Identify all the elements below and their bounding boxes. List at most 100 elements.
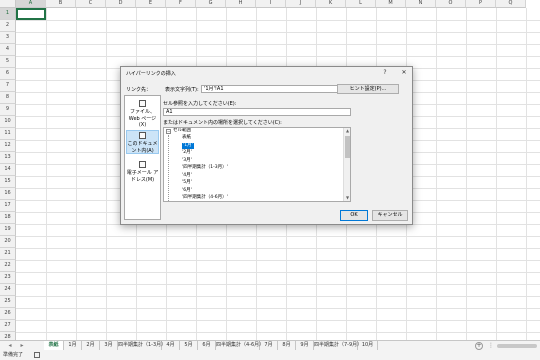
column-header[interactable]: H bbox=[226, 0, 256, 8]
tree-item-sheet[interactable]: '四半期集計（4-6月）' bbox=[182, 195, 228, 201]
row-header[interactable]: 1 bbox=[0, 8, 16, 20]
row-header[interactable]: 26 bbox=[0, 308, 16, 320]
row-header[interactable]: 14 bbox=[0, 164, 16, 176]
row-header[interactable]: 8 bbox=[0, 92, 16, 104]
gridline bbox=[16, 248, 540, 249]
row-header[interactable]: 25 bbox=[0, 296, 16, 308]
row-header[interactable]: 13 bbox=[0, 152, 16, 164]
row-header[interactable]: 18 bbox=[0, 212, 16, 224]
column-header[interactable]: F bbox=[166, 0, 196, 8]
row-header[interactable]: 12 bbox=[0, 140, 16, 152]
link-type-this-document-label: このドキュメント内(A) bbox=[127, 141, 158, 154]
tree-item-sheet[interactable]: '4月' bbox=[182, 173, 192, 179]
ok-button[interactable]: OK bbox=[340, 210, 368, 221]
row-header[interactable]: 15 bbox=[0, 176, 16, 188]
row-header[interactable]: 22 bbox=[0, 260, 16, 272]
column-header[interactable]: A bbox=[16, 0, 46, 8]
column-header[interactable]: E bbox=[136, 0, 166, 8]
link-type-this-document[interactable]: このドキュメント内(A) bbox=[126, 130, 159, 154]
tab-scroll-right-icon[interactable]: ▸ bbox=[18, 342, 26, 350]
scroll-thumb[interactable] bbox=[345, 136, 350, 158]
row-header[interactable]: 9 bbox=[0, 104, 16, 116]
column-header[interactable]: I bbox=[256, 0, 286, 8]
cancel-button[interactable]: キャンセル bbox=[372, 210, 408, 221]
select-all-corner[interactable] bbox=[0, 0, 16, 8]
add-sheet-icon[interactable]: + bbox=[475, 342, 483, 350]
screentip-button[interactable]: ヒント設定(P)... bbox=[337, 84, 399, 94]
tree-item-sheet[interactable]: '6月' bbox=[182, 188, 192, 194]
active-cell-a1[interactable] bbox=[16, 8, 46, 20]
status-text: 準備完了 bbox=[3, 352, 24, 358]
row-header[interactable]: 27 bbox=[0, 320, 16, 332]
gridline bbox=[16, 332, 540, 333]
tree-vertical-scrollbar[interactable]: ▲ ▼ bbox=[343, 128, 350, 201]
globe-file-icon bbox=[139, 100, 146, 107]
scroll-up-icon[interactable]: ▲ bbox=[344, 128, 350, 134]
horizontal-scrollbar[interactable] bbox=[497, 344, 537, 348]
gridline bbox=[16, 44, 540, 45]
display-text-field[interactable]: '1月'!A1 bbox=[201, 85, 351, 93]
place-label: またはドキュメント内の場所を選択してください(C): bbox=[163, 120, 282, 126]
gridline bbox=[436, 8, 437, 340]
column-header[interactable]: O bbox=[436, 0, 466, 8]
gridline bbox=[16, 284, 540, 285]
row-header[interactable]: 11 bbox=[0, 128, 16, 140]
link-type-file-web-label: ファイル、Web ページ(X) bbox=[128, 109, 157, 128]
row-header[interactable]: 17 bbox=[0, 200, 16, 212]
link-to-label: リンク先： bbox=[126, 87, 152, 93]
column-header[interactable]: Q bbox=[496, 0, 526, 8]
email-icon bbox=[139, 161, 146, 168]
row-header[interactable]: 20 bbox=[0, 236, 16, 248]
row-header[interactable]: 3 bbox=[0, 32, 16, 44]
column-header[interactable]: G bbox=[196, 0, 226, 8]
gridline bbox=[16, 56, 540, 57]
row-header[interactable]: 24 bbox=[0, 284, 16, 296]
column-header[interactable]: K bbox=[316, 0, 346, 8]
document-place-tree[interactable]: − セル範囲 表紙 '1月' '2月' '3月' '四半期集計（1-3月）' '4月' '5… bbox=[163, 127, 351, 202]
tab-scroll-left-icon[interactable]: ◂ bbox=[6, 342, 14, 350]
row-header[interactable]: 7 bbox=[0, 80, 16, 92]
collapse-icon[interactable]: − bbox=[166, 129, 171, 134]
column-header[interactable]: D bbox=[106, 0, 136, 8]
row-header[interactable]: 21 bbox=[0, 248, 16, 260]
row-header[interactable]: 5 bbox=[0, 56, 16, 68]
gridline bbox=[16, 236, 540, 237]
row-header[interactable]: 19 bbox=[0, 224, 16, 236]
column-header[interactable]: J bbox=[286, 0, 316, 8]
dialog-title: ハイパーリンクの挿入 bbox=[126, 71, 176, 77]
link-type-email-label: 電子メール アドレス(M) bbox=[126, 170, 159, 183]
tree-item-sheet[interactable]: '1月' bbox=[182, 142, 194, 149]
column-header[interactable]: L bbox=[346, 0, 376, 8]
row-header[interactable]: 2 bbox=[0, 20, 16, 32]
link-type-email[interactable]: 電子メール アドレス(M) bbox=[126, 160, 159, 184]
column-header[interactable]: P bbox=[466, 0, 496, 8]
tree-item-sheet[interactable]: 表紙 bbox=[182, 135, 191, 141]
tree-item-sheet[interactable]: '5月' bbox=[182, 180, 192, 186]
row-header[interactable]: 23 bbox=[0, 272, 16, 284]
column-header[interactable]: B bbox=[46, 0, 76, 8]
column-header[interactable]: M bbox=[376, 0, 406, 8]
tree-item-sheet[interactable]: '四半期集計（1-3月）' bbox=[182, 165, 228, 171]
column-header[interactable]: C bbox=[76, 0, 106, 8]
column-header[interactable]: N bbox=[406, 0, 436, 8]
more-tabs-icon[interactable]: ⋮ bbox=[487, 342, 495, 350]
macro-record-icon[interactable] bbox=[34, 352, 40, 358]
cell-reference-label: セル参照を入力してください(E): bbox=[163, 101, 237, 107]
cell-reference-field[interactable]: A1 bbox=[163, 108, 351, 116]
tree-item-sheet[interactable]: '3月' bbox=[182, 158, 192, 164]
help-button[interactable]: ? bbox=[380, 68, 390, 77]
tree-root-cell-range[interactable]: セル範囲 bbox=[173, 128, 191, 134]
row-header[interactable]: 6 bbox=[0, 68, 16, 80]
link-type-file-web[interactable]: ファイル、Web ページ(X) bbox=[126, 99, 159, 128]
gridline bbox=[16, 296, 540, 297]
scroll-down-icon[interactable]: ▼ bbox=[344, 195, 350, 201]
row-header[interactable]: 4 bbox=[0, 44, 16, 56]
tree-item-sheet[interactable]: '2月' bbox=[182, 150, 192, 156]
close-button[interactable]: ✕ bbox=[399, 68, 409, 77]
gridline bbox=[46, 8, 47, 340]
gridline bbox=[76, 8, 77, 340]
row-header[interactable]: 16 bbox=[0, 188, 16, 200]
gridline bbox=[496, 8, 497, 340]
row-header[interactable]: 10 bbox=[0, 116, 16, 128]
gridline bbox=[16, 20, 540, 21]
